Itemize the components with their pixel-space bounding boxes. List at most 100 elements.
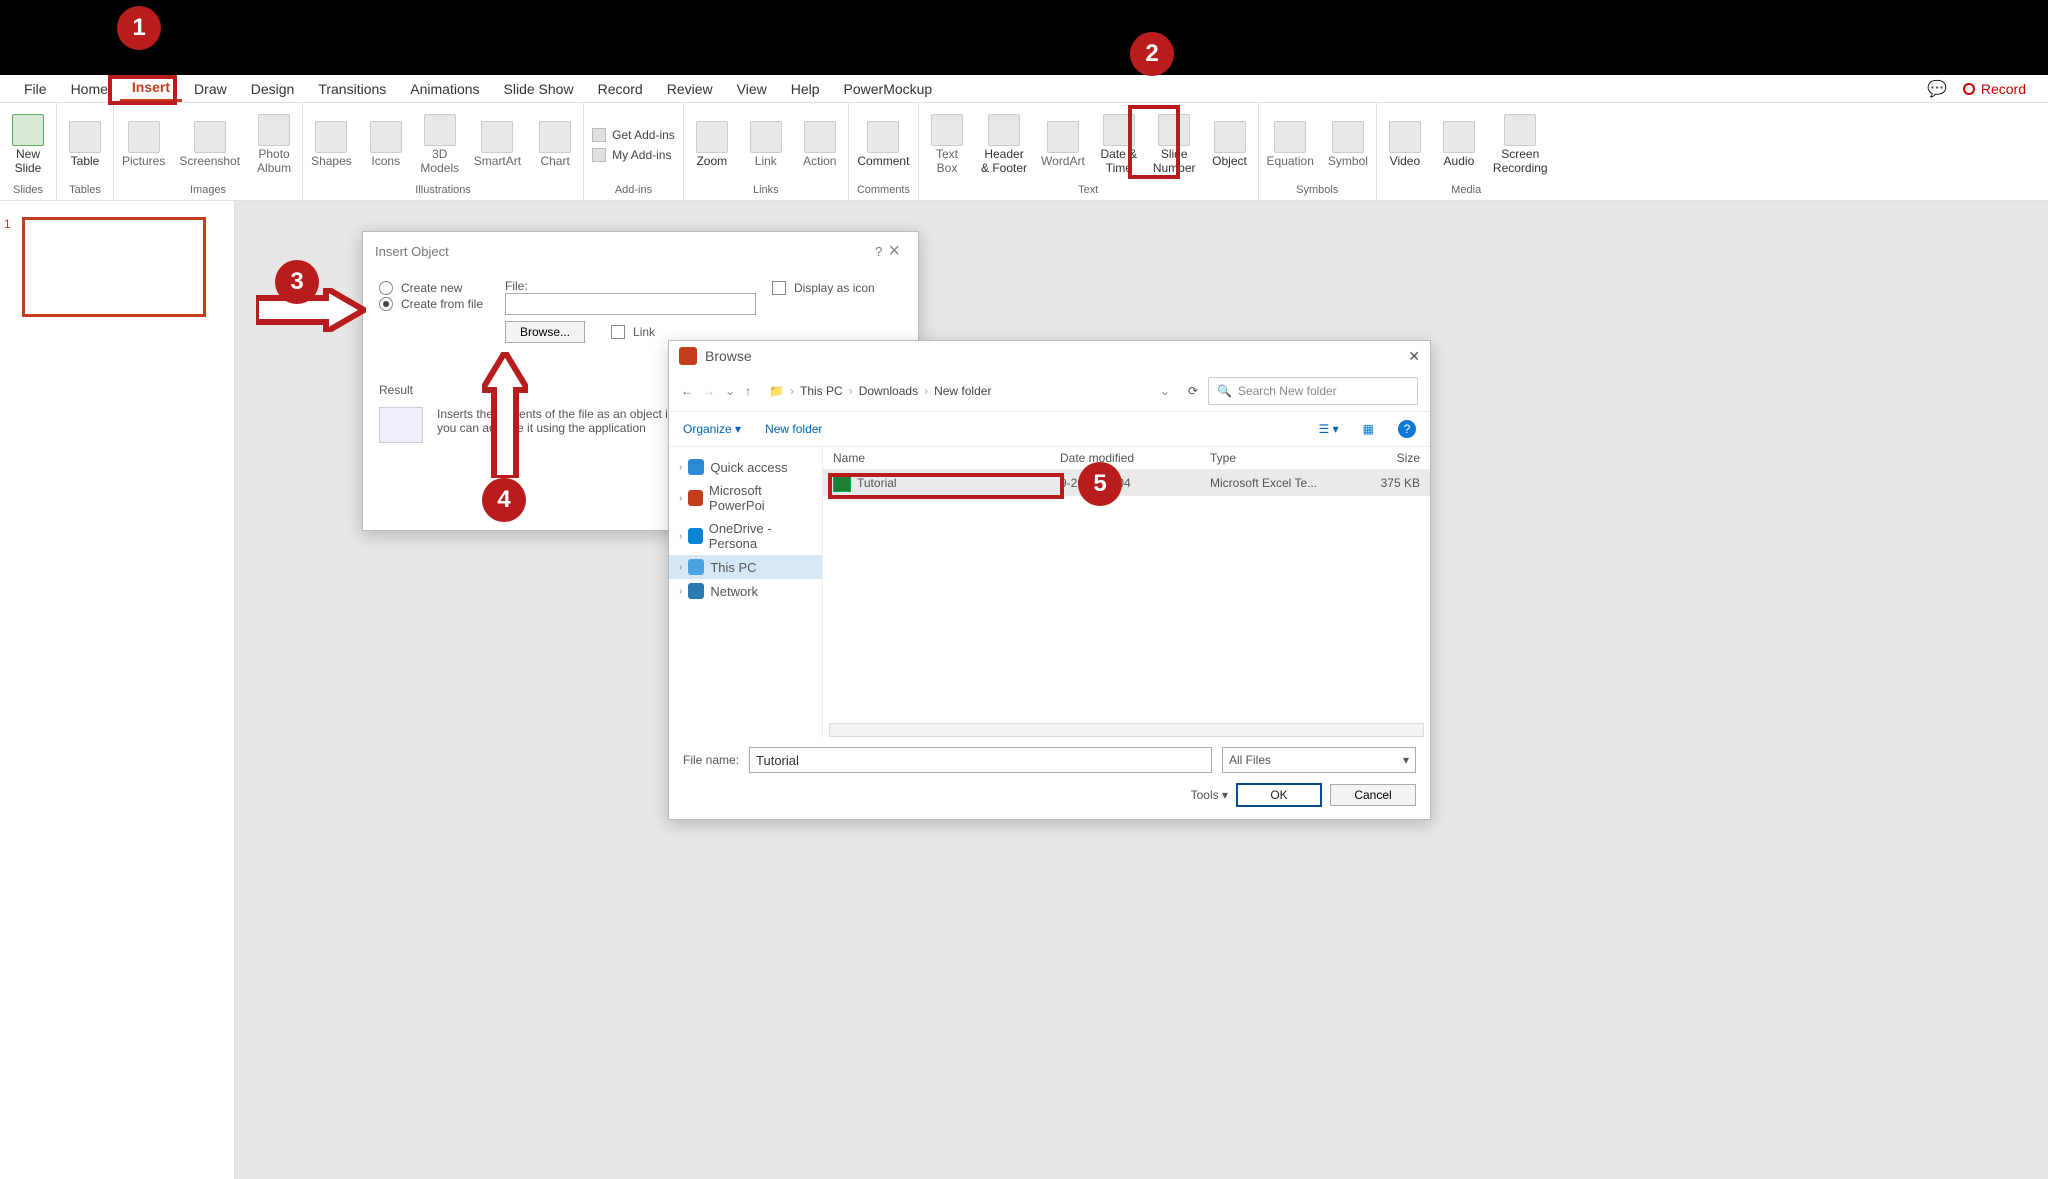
tab-review[interactable]: Review (655, 77, 725, 101)
recent-chevron-icon[interactable]: ⌄ (725, 384, 735, 398)
text-box[interactable]: Text Box (927, 114, 967, 174)
tab-design[interactable]: Design (239, 77, 307, 101)
radio-create-from-file[interactable]: Create from file (379, 297, 489, 311)
smartart[interactable]: SmartArt (474, 121, 521, 168)
file-name-input[interactable] (749, 747, 1212, 773)
table-icon (69, 121, 101, 153)
tools-dropdown[interactable]: Tools ▾ (1191, 788, 1228, 802)
help-icon[interactable]: ? (875, 244, 882, 259)
tab-view[interactable]: View (725, 77, 779, 101)
3d-models[interactable]: 3D Models (420, 114, 460, 174)
video[interactable]: Video (1385, 121, 1425, 168)
get-add-ins-icon (592, 128, 606, 142)
group-links: Zoom Link Action Links (684, 103, 849, 200)
horizontal-scrollbar[interactable] (829, 723, 1424, 737)
new-folder-button[interactable]: New folder (765, 422, 822, 436)
record-button[interactable]: Record (1963, 81, 2026, 97)
ribbon-tabs: File Home Insert Draw Design Transitions… (0, 75, 2048, 103)
screenshot-icon (194, 121, 226, 153)
group-symbols: Equation Symbol Symbols (1259, 103, 1377, 200)
forward-icon[interactable]: → (703, 384, 715, 398)
nav-network[interactable]: ›Network (669, 579, 822, 603)
comment[interactable]: Comment (857, 121, 909, 168)
column-headers[interactable]: Name Date modified Type Size (823, 447, 1430, 470)
my-add-ins[interactable]: My Add-ins (592, 148, 675, 162)
nav-tree: ›Quick access ›Microsoft PowerPoi ›OneDr… (669, 447, 823, 737)
object-icon (1214, 121, 1246, 153)
radio-icon (379, 281, 393, 295)
action[interactable]: Action (800, 121, 840, 168)
tab-powermockup[interactable]: PowerMockup (832, 77, 945, 101)
refresh-icon[interactable]: ⟳ (1188, 384, 1198, 398)
col-type[interactable]: Type (1210, 451, 1360, 465)
chevron-down-icon[interactable]: ⌄ (1160, 384, 1170, 398)
radio-create-new[interactable]: Create new (379, 281, 489, 295)
path-box[interactable]: 📁 › This PC › Downloads › New folder ⌄ (761, 382, 1178, 400)
ok-button[interactable]: OK (1236, 783, 1322, 807)
crumb-this-pc[interactable]: This PC (800, 384, 843, 398)
tab-draw[interactable]: Draw (182, 77, 239, 101)
icons[interactable]: Icons (366, 121, 406, 168)
nav-quick-access[interactable]: ›Quick access (669, 455, 822, 479)
tab-transitions[interactable]: Transitions (306, 77, 398, 101)
help-icon[interactable]: ? (1398, 420, 1416, 438)
file-path-input[interactable] (505, 293, 756, 315)
crumb-new-folder[interactable]: New folder (934, 384, 991, 398)
pictures[interactable]: Pictures (122, 121, 165, 168)
get-add-ins[interactable]: Get Add-ins (592, 128, 675, 142)
crumb-downloads[interactable]: Downloads (859, 384, 918, 398)
screen-recording[interactable]: Screen Recording (1493, 114, 1548, 174)
close-icon[interactable]: × (882, 240, 906, 263)
marker-4: 4 (482, 478, 526, 522)
group-slides: New Slide Slides (0, 103, 57, 200)
display-as-icon[interactable]: Display as icon (772, 281, 902, 295)
new-slide[interactable]: New Slide (8, 114, 48, 174)
tab-slide-show[interactable]: Slide Show (492, 77, 586, 101)
slide-thumb-1[interactable]: 1 (16, 217, 218, 317)
view-mode-icon[interactable]: ☰ ▾ (1319, 422, 1339, 436)
file-filter-dropdown[interactable]: All Files▾ (1222, 747, 1416, 773)
tab-record[interactable]: Record (586, 77, 655, 101)
tab-file[interactable]: File (12, 77, 59, 101)
wordart[interactable]: WordArt (1041, 121, 1085, 168)
col-date[interactable]: Date modified (1060, 451, 1210, 465)
photo-album[interactable]: Photo Album (254, 114, 294, 174)
table[interactable]: Table (65, 121, 105, 168)
photo-album-icon (258, 114, 290, 146)
nav-microsoft-powerpoint[interactable]: ›Microsoft PowerPoi (669, 479, 822, 517)
close-icon[interactable]: ✕ (1408, 348, 1420, 365)
tab-animations[interactable]: Animations (398, 77, 491, 101)
search-input[interactable]: 🔍 Search New folder (1208, 377, 1418, 405)
equation[interactable]: Equation (1267, 121, 1314, 168)
link-checkbox[interactable] (611, 325, 625, 339)
record-icon (1963, 83, 1975, 95)
zoom-icon (696, 121, 728, 153)
comments-icon[interactable]: 💬 (1927, 79, 1947, 99)
screenshot[interactable]: Screenshot (179, 121, 240, 168)
link[interactable]: Link (746, 121, 786, 168)
window-blackbar (0, 0, 2048, 75)
object[interactable]: Object (1210, 121, 1250, 168)
nav-onedrive[interactable]: ›OneDrive - Persona (669, 517, 822, 555)
zoom[interactable]: Zoom (692, 121, 732, 168)
col-size[interactable]: Size (1360, 451, 1420, 465)
network-icon (688, 583, 704, 599)
ribbon: New Slide Slides Table Tables Pictures S… (0, 103, 2048, 201)
link-label: Link (633, 325, 655, 339)
shapes[interactable]: Shapes (311, 121, 352, 168)
col-name[interactable]: Name (833, 451, 1060, 465)
cancel-button[interactable]: Cancel (1330, 784, 1416, 806)
tab-help[interactable]: Help (779, 77, 832, 101)
folder-icon: 📁 (769, 384, 784, 398)
group-comments: Comment Comments (849, 103, 919, 200)
preview-pane-icon[interactable]: ▦ (1363, 422, 1374, 436)
nav-this-pc[interactable]: ›This PC (669, 555, 822, 579)
browse-button[interactable]: Browse... (505, 321, 585, 343)
symbol[interactable]: Symbol (1328, 121, 1368, 168)
chart[interactable]: Chart (535, 121, 575, 168)
header-footer[interactable]: Header & Footer (981, 114, 1027, 174)
back-icon[interactable]: ← (681, 384, 693, 398)
audio[interactable]: Audio (1439, 121, 1479, 168)
up-icon[interactable]: ↑ (745, 384, 751, 398)
organize-button[interactable]: Organize ▾ (683, 422, 741, 436)
